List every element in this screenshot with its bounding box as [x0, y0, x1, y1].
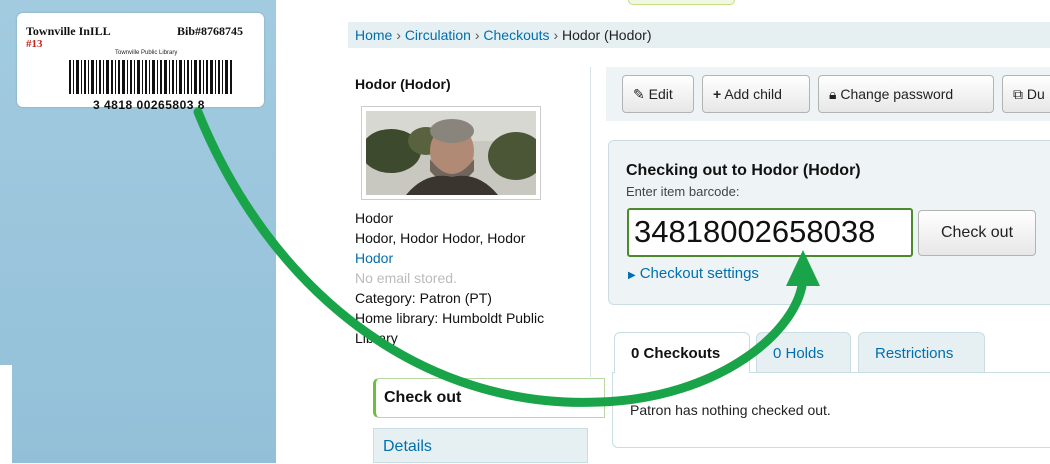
change-password-button[interactable]: 🔒︎ Change password: [818, 75, 994, 113]
change-password-button-label: Change password: [840, 86, 954, 102]
patron-address: Hodor, Hodor Hodor, Hodor: [355, 230, 526, 246]
breadcrumb: Home › Circulation › Checkouts › Hodor (…: [348, 22, 1050, 48]
barcode-label: Townville InILL Bib#8768745 #13 Townvill…: [17, 13, 264, 112]
patron-photo-image: [366, 111, 536, 195]
lock-icon: 🔒︎: [829, 86, 837, 102]
barcode-photo: Townville InILL Bib#8768745 #13 Townvill…: [0, 0, 276, 463]
patron-photo[interactable]: [361, 106, 541, 200]
checkout-settings-toggle[interactable]: ▶ Checkout settings: [628, 265, 759, 282]
barcode-hint: Enter item barcode:: [626, 184, 740, 199]
copy-icon: ⧉: [1013, 86, 1023, 102]
label-bib-number: Bib#8768745: [176, 24, 243, 38]
patron-name: Hodor (Hodor): [355, 76, 451, 92]
patron-link[interactable]: Hodor: [355, 248, 587, 268]
edit-button-label: Edit: [648, 86, 673, 102]
breadcrumb-separator: ›: [396, 27, 401, 43]
label-title: Townville InILL: [26, 24, 111, 38]
add-child-button-label: Add child: [724, 86, 782, 102]
pencil-icon: ✎: [633, 86, 645, 102]
barcode-input[interactable]: 34818002658038: [627, 208, 913, 257]
label-barcode-digits: 3 4818 00265803 8: [93, 98, 205, 112]
patron-line1: Hodor: [355, 210, 394, 226]
tab-checkouts[interactable]: 0 Checkouts: [614, 332, 750, 373]
sidebar-divider: [590, 67, 591, 377]
breadcrumb-home[interactable]: Home: [355, 27, 392, 43]
edit-button[interactable]: ✎ Edit: [622, 75, 694, 113]
breadcrumb-current: Hodor (Hodor): [562, 27, 652, 43]
patron-email: No email stored.: [355, 270, 457, 286]
patron-category: Category: Patron (PT): [355, 290, 492, 306]
no-checkouts-message: Patron has nothing checked out.: [630, 402, 831, 418]
tab-holds[interactable]: 0 Holds: [756, 332, 851, 372]
sidebar-item-details[interactable]: Details: [373, 428, 588, 463]
label-number: #13: [26, 38, 43, 50]
photo-edge: [0, 365, 12, 463]
barcode-image: [69, 60, 232, 94]
checkout-settings-label: Checkout settings: [639, 265, 759, 282]
breadcrumb-circulation[interactable]: Circulation: [405, 27, 471, 43]
checkout-title: Checking out to Hodor (Hodor): [626, 162, 861, 179]
label-library: Townville Public Library: [115, 50, 178, 56]
patron-info: Hodor Hodor, Hodor Hodor, Hodor Hodor No…: [355, 208, 587, 348]
plus-icon: +: [713, 86, 722, 102]
top-button-edge: [628, 0, 735, 5]
patron-home-library: Home library: Humboldt Public Library: [355, 310, 545, 346]
sidebar-item-checkout[interactable]: Check out: [373, 378, 605, 418]
breadcrumb-separator: ›: [553, 27, 559, 43]
duplicate-button-label: Du: [1026, 86, 1045, 102]
breadcrumb-checkouts[interactable]: Checkouts: [483, 27, 549, 43]
tab-restrictions[interactable]: Restrictions: [858, 332, 985, 372]
check-out-button[interactable]: Check out: [918, 210, 1036, 256]
add-child-button[interactable]: + Add child: [702, 75, 810, 113]
caret-right-icon: ▶: [628, 270, 636, 281]
duplicate-button[interactable]: ⧉ Du: [1002, 75, 1050, 113]
breadcrumb-separator: ›: [474, 27, 480, 43]
